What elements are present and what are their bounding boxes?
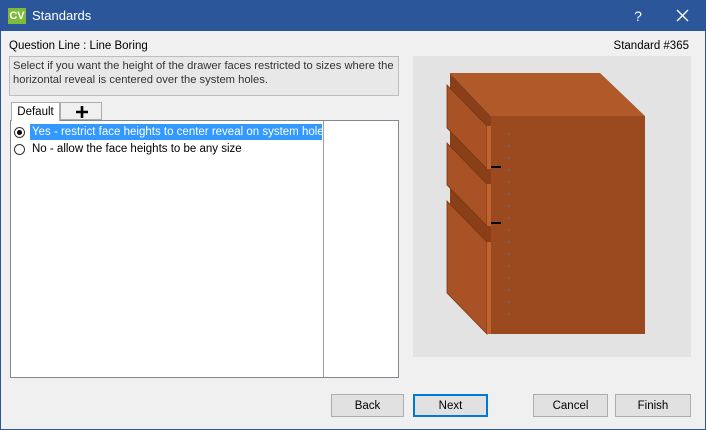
help-button[interactable]: ? [623,1,653,31]
option-label: No - allow the face heights to be any si… [32,143,242,155]
plus-icon [76,106,88,118]
standard-number: Standard #365 [613,40,689,52]
back-button[interactable]: Back [331,394,404,417]
option-label: Yes - restrict face heights to center re… [30,124,330,140]
next-button[interactable]: Next [413,394,488,417]
radio-icon[interactable] [14,144,25,155]
add-tab-button[interactable] [60,102,102,120]
finish-button[interactable]: Finish [615,394,691,417]
tab-default[interactable]: Default [11,102,60,121]
standards-dialog: CV Standards ? Question Line : Line Bori… [0,0,706,430]
cabinet-illustration [446,73,645,335]
app-icon: CV [8,8,26,24]
question-line: Question Line : Line Boring [9,40,148,52]
radio-icon[interactable] [14,127,25,138]
description-box: Select if you want the height of the dra… [9,56,399,96]
window-title: Standards [32,8,92,23]
options-list: Yes - restrict face heights to center re… [10,120,399,378]
list-divider [323,121,324,377]
cancel-button[interactable]: Cancel [533,394,608,417]
close-button[interactable] [667,1,699,31]
preview-panel [413,56,691,357]
close-icon [676,9,689,22]
title-bar: CV Standards ? [1,1,705,31]
